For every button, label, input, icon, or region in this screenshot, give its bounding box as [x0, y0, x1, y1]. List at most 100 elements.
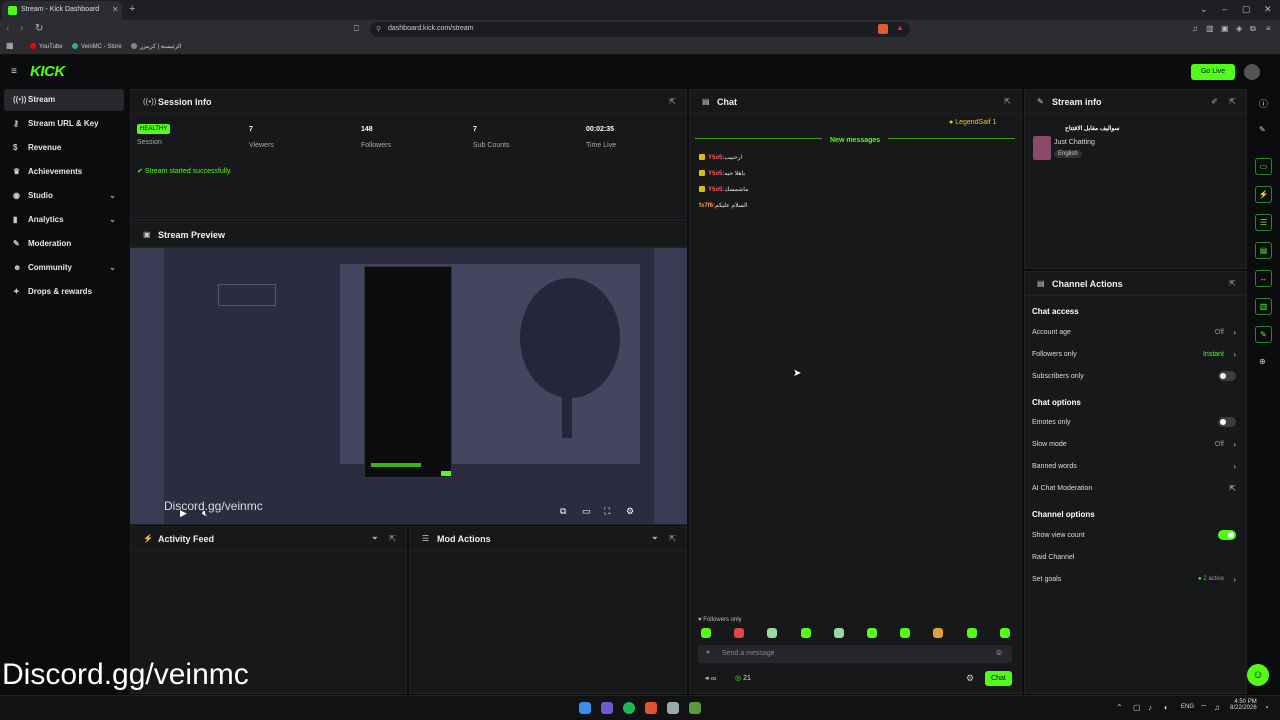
emote-button[interactable]	[834, 628, 844, 638]
extensions-icon[interactable]: ⧉	[1250, 24, 1256, 34]
info-icon[interactable]: ⓘ	[1259, 97, 1268, 110]
brave-shield-icon[interactable]	[878, 24, 888, 34]
new-messages-divider[interactable]: New messages	[822, 137, 889, 144]
sidebar-item-achievements[interactable]: ♛ Achievements	[4, 161, 124, 183]
clock[interactable]: 4:50 PM 8/22/2026	[1230, 699, 1257, 711]
sidebar-item-moderation[interactable]: ✎ Moderation	[4, 233, 124, 255]
go-live-button[interactable]: Go Live	[1191, 64, 1235, 80]
brave-rewards-icon[interactable]: ▲	[896, 23, 904, 32]
volume-icon[interactable]: ♪	[1148, 703, 1152, 712]
popout-icon[interactable]: ⇱	[1229, 97, 1236, 106]
gear-icon[interactable]: ⚙	[966, 673, 974, 684]
pinned-user[interactable]: ● LegendSaif 1	[949, 119, 996, 126]
emote-button[interactable]	[701, 628, 711, 638]
popout-icon[interactable]: ⇱	[669, 534, 676, 543]
sidebar-item-analytics[interactable]: ▮ Analytics ⌄	[4, 209, 124, 231]
sidebar-item-community[interactable]: ☻ Community ⌄	[4, 257, 124, 279]
show-view-count-toggle[interactable]	[1218, 530, 1236, 540]
network-icon[interactable]: ▢	[1133, 703, 1141, 712]
close-window-icon[interactable]: ✕	[1264, 4, 1272, 15]
rail-shield-icon[interactable]: ▥	[1255, 298, 1272, 315]
emote-button[interactable]	[900, 628, 910, 638]
add-widget-icon[interactable]: ⊕	[1259, 357, 1266, 366]
speaker-icon[interactable]: ♫	[1214, 703, 1220, 712]
emoji-icon[interactable]: ☺	[995, 648, 1003, 657]
popout-icon[interactable]: ⇱	[669, 97, 676, 106]
chat-message[interactable]: Y5o5:ارحبيب	[699, 154, 742, 161]
emote-button[interactable]	[767, 628, 777, 638]
bookmark-veinmc[interactable]: VeinMC - Store	[72, 43, 122, 50]
back-icon[interactable]: ‹	[6, 23, 9, 34]
vpn-icon[interactable]: ◈	[1236, 24, 1242, 33]
ai-chat-moderation-row[interactable]: AI Chat Moderation ⇱	[1032, 484, 1238, 493]
rail-chat-icon[interactable]: ▤	[1255, 242, 1272, 259]
gear-icon[interactable]: ⚙	[626, 506, 634, 517]
close-tab-icon[interactable]: ✕	[112, 5, 119, 14]
theater-mode-icon[interactable]: ▭	[582, 506, 591, 517]
avatar[interactable]	[1244, 64, 1260, 80]
media-icon[interactable]: ♫	[1192, 24, 1198, 33]
site-info-icon[interactable]: ⚲	[376, 25, 381, 33]
link-icon[interactable]: ⚭∞	[704, 674, 716, 683]
emotes-only-toggle[interactable]	[1218, 417, 1236, 427]
rail-video-icon[interactable]: ▭	[1255, 158, 1272, 175]
spotify-icon[interactable]	[623, 702, 635, 714]
apps-grid-icon[interactable]: ▦	[6, 41, 14, 50]
hamburger-menu-icon[interactable]: ≡	[11, 66, 17, 77]
wifi-icon[interactable]: ⌔	[1200, 703, 1208, 713]
picture-in-picture-icon[interactable]: ⧉	[560, 506, 566, 517]
subscribers-only-toggle[interactable]	[1218, 371, 1236, 381]
chat-message[interactable]: Y5o5:ماشمسك	[699, 186, 748, 193]
menu-icon[interactable]: ≡	[1266, 24, 1271, 33]
banned-words-row[interactable]: Banned words ›	[1032, 462, 1238, 471]
rail-wrench-icon[interactable]: ✎	[1255, 326, 1272, 343]
account-age-row[interactable]: Account age Off ›	[1032, 328, 1238, 337]
bookmark-youtube[interactable]: YouTube	[30, 43, 63, 50]
obs-icon[interactable]	[667, 702, 679, 714]
bookmark-icon[interactable]: ⎕	[354, 24, 359, 34]
minecraft-icon[interactable]	[689, 702, 701, 714]
fullscreen-icon[interactable]: ⛶	[604, 506, 610, 517]
send-chat-button[interactable]: Chat	[985, 671, 1012, 686]
filter-icon[interactable]: ⏷	[372, 534, 378, 544]
emote-button[interactable]	[1000, 628, 1010, 638]
rail-signal-icon[interactable]: ↔	[1255, 270, 1272, 287]
volume-muted-icon[interactable]: 🔇︎	[202, 508, 208, 519]
sidebar-item-studio[interactable]: ◉ Studio ⌄	[4, 185, 124, 207]
kick-logo[interactable]: KICK	[30, 63, 65, 80]
new-tab-icon[interactable]: +	[129, 3, 135, 15]
chat-message[interactable]: fx7f6:السلام عليكم	[699, 202, 748, 209]
chat-message[interactable]: Y5o5:ياهلا حيه	[699, 170, 745, 177]
sidebar-item-stream[interactable]: ((•)) Stream	[4, 89, 124, 111]
slow-mode-row[interactable]: Slow mode Off ›	[1032, 440, 1238, 449]
microphone-icon[interactable]: ◖	[1163, 703, 1168, 712]
set-goals-row[interactable]: Set goals ● 2 active ›	[1032, 575, 1238, 584]
browser-tab[interactable]: Stream - Kick Dashboard ✕	[2, 1, 122, 20]
notification-icon[interactable]: ◔	[1264, 703, 1269, 712]
emote-button[interactable]	[967, 628, 977, 638]
bookmark-arabic-site[interactable]: الرئيسية | كرينزر	[131, 43, 181, 50]
sidebar-item-revenue[interactable]: $ Revenue	[4, 137, 124, 159]
discord-icon[interactable]	[601, 702, 613, 714]
minimize-icon[interactable]: –	[1222, 4, 1227, 14]
brave-icon[interactable]	[645, 702, 657, 714]
followers-only-row[interactable]: Followers only Instant ›	[1032, 350, 1238, 359]
help-chat-icon[interactable]: ☺	[1247, 664, 1269, 686]
maximize-icon[interactable]: ▢	[1242, 4, 1251, 15]
play-icon[interactable]: ▶	[180, 508, 187, 519]
edit-icon[interactable]: ✐	[1211, 97, 1218, 106]
sidebar-toggle-icon[interactable]: ▥	[1206, 24, 1214, 33]
emote-button[interactable]	[933, 628, 943, 638]
tab-list-icon[interactable]: ⌄	[1200, 4, 1208, 15]
sidebar-item-drops-rewards[interactable]: ✦ Drops & rewards	[4, 281, 124, 303]
video-player[interactable]: Discord.gg/veinmc ▶ 🔇︎ ⧉ ▭ ⛶ ⚙	[130, 248, 687, 524]
language-indicator[interactable]: ENG	[1181, 704, 1194, 710]
forward-icon[interactable]: ›	[20, 23, 23, 34]
sidebar-item-stream-url-key[interactable]: ⚷ Stream URL & Key	[4, 113, 124, 135]
popout-icon[interactable]: ⇱	[1004, 97, 1011, 106]
emote-button[interactable]	[867, 628, 877, 638]
tray-chevron-icon[interactable]: ⌃	[1116, 703, 1123, 712]
filter-icon[interactable]: ⏷	[652, 534, 658, 544]
rail-list-icon[interactable]: ☰	[1255, 214, 1272, 231]
emote-button[interactable]	[801, 628, 811, 638]
